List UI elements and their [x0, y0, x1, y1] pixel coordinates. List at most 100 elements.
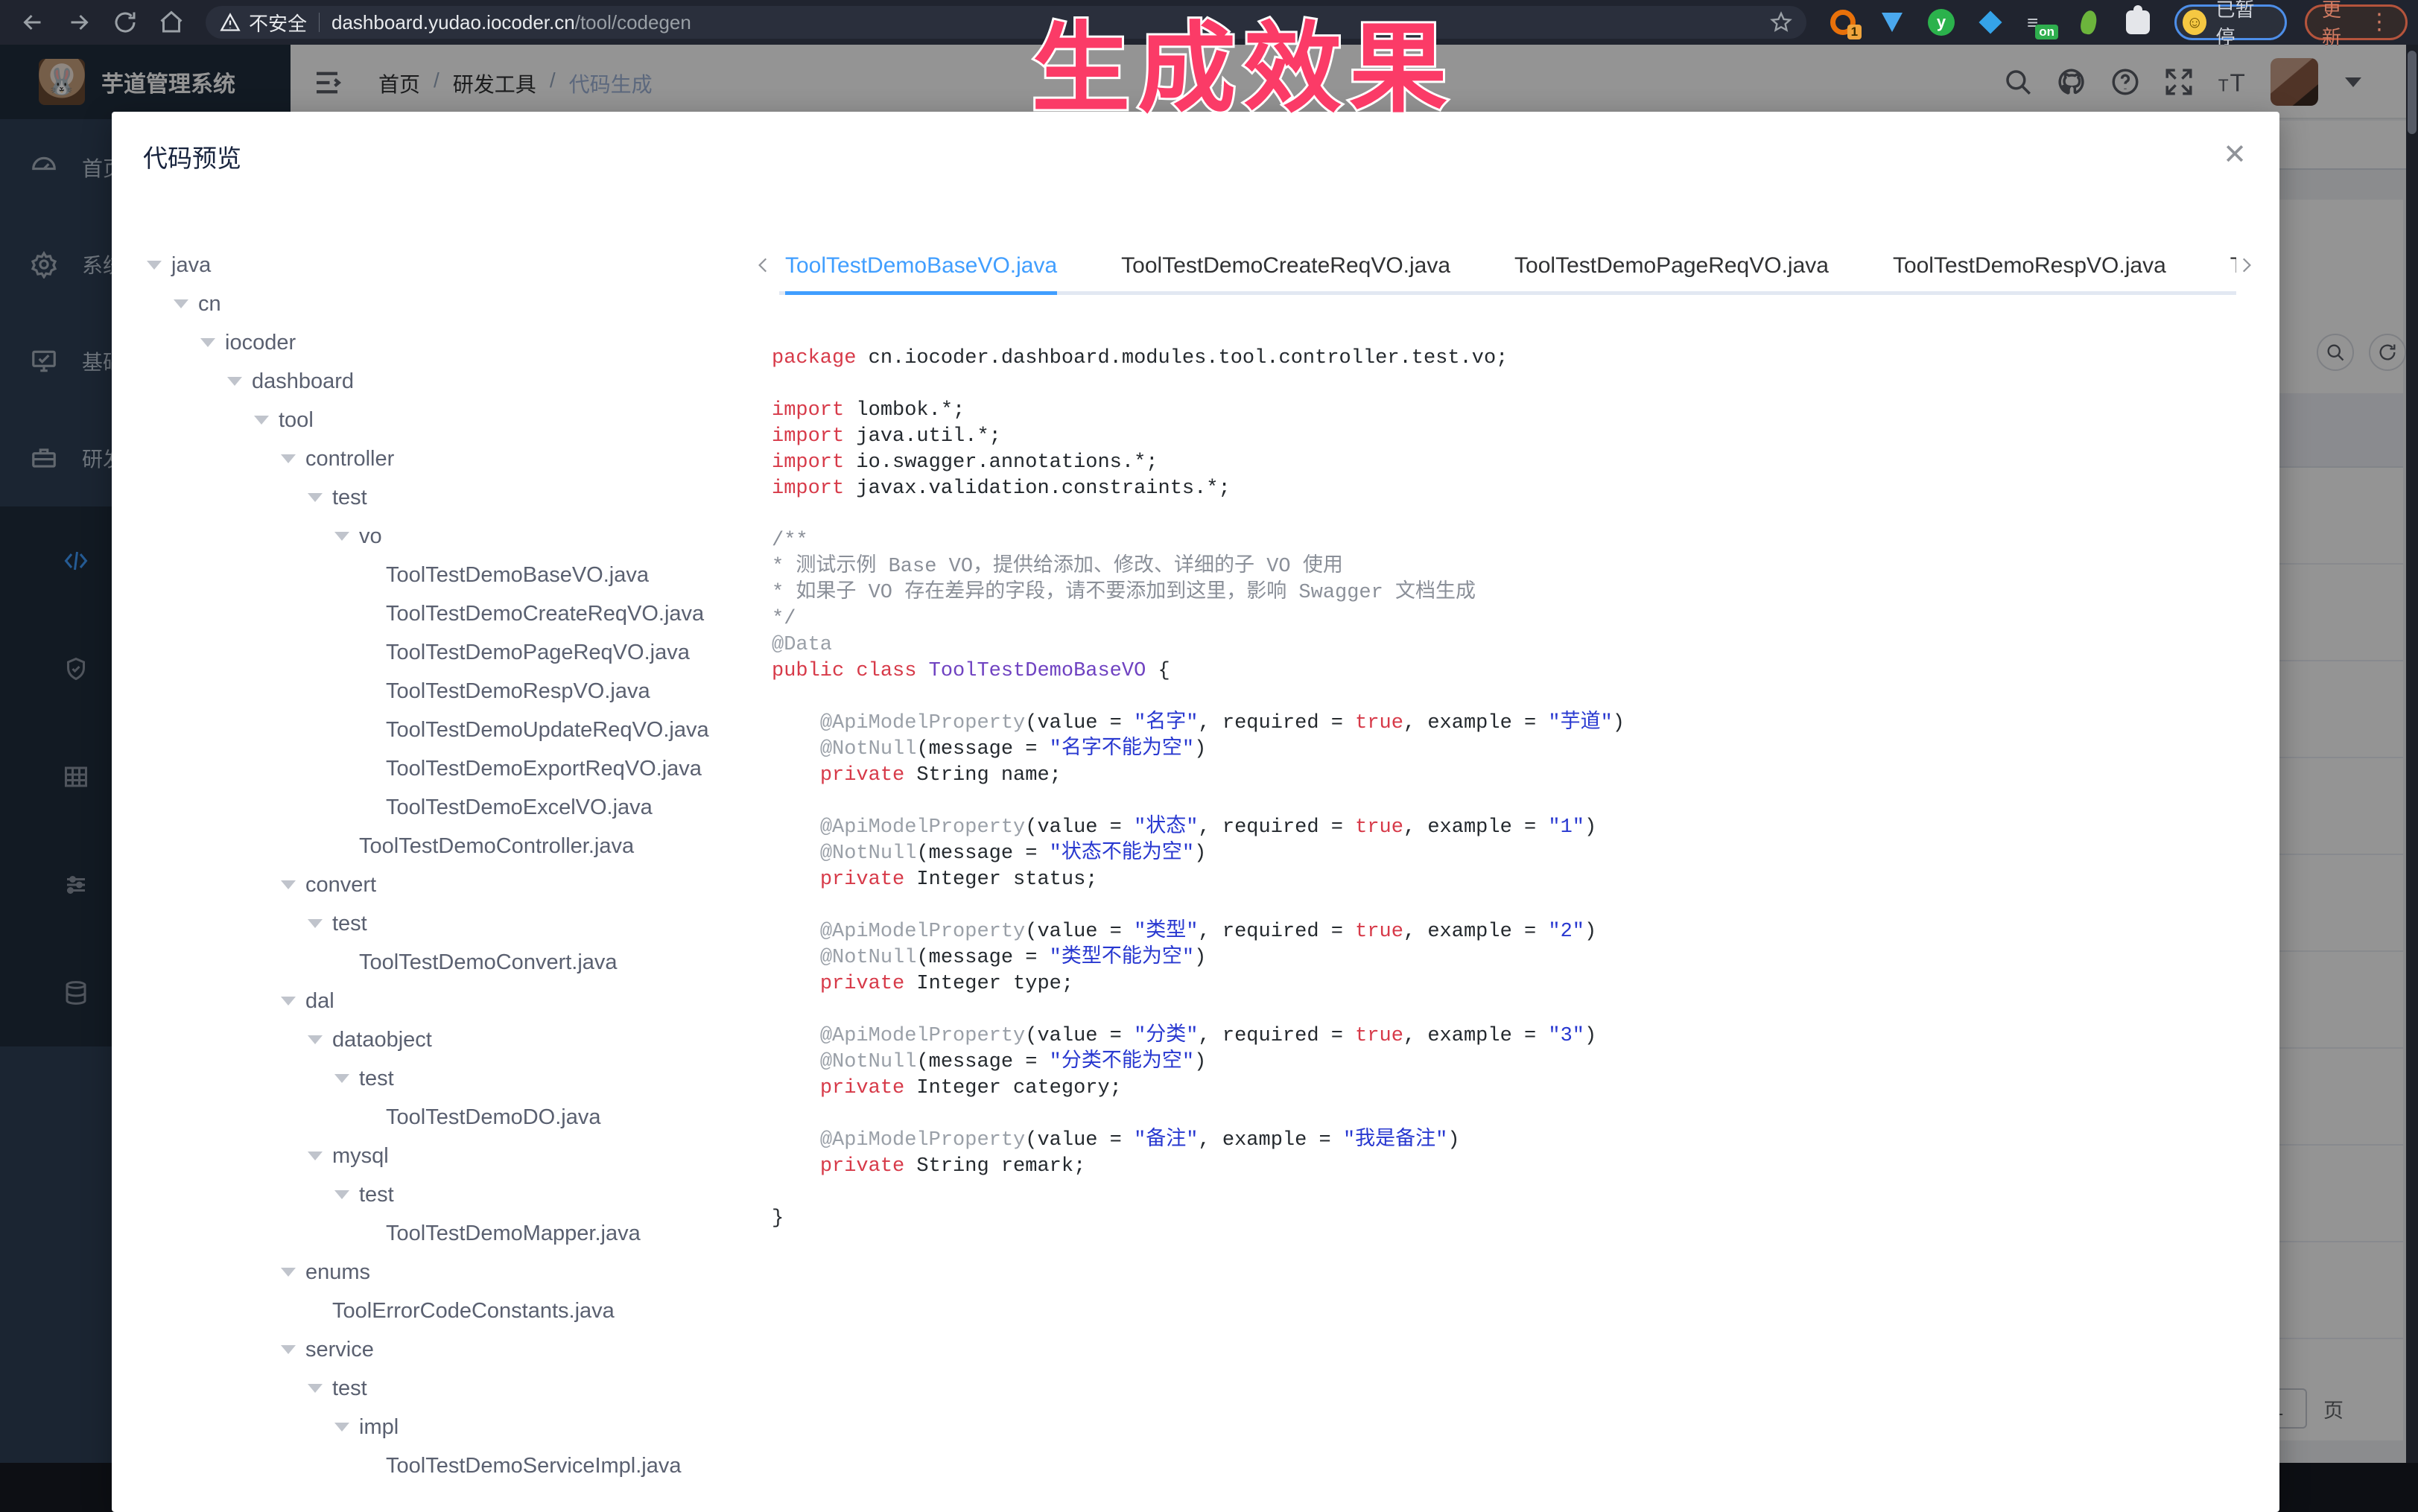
- bookmark-star-icon[interactable]: [1769, 10, 1793, 34]
- tree-node-label: ToolErrorCodeConstants.java: [332, 1299, 615, 1324]
- tree-node-label: tool: [279, 408, 314, 433]
- tree-folder-row[interactable]: test: [130, 1059, 748, 1098]
- tree-caret-icon[interactable]: [332, 1417, 352, 1437]
- tree-file-row[interactable]: ToolTestDemoBaseVO.java: [130, 556, 748, 594]
- tree-caret-icon[interactable]: [279, 1262, 298, 1282]
- browser-update-button[interactable]: 更新 ⋮: [2305, 4, 2408, 40]
- tree-file-row[interactable]: ToolTestDemoUpdateReqVO.java: [130, 711, 748, 749]
- tabs-scroll-right-icon[interactable]: [2236, 243, 2262, 288]
- tree-node-label: mysql: [332, 1144, 389, 1169]
- tree-caret-icon[interactable]: [305, 1146, 325, 1166]
- tree-caret-placeholder: [332, 836, 352, 856]
- tabs-scroll-left-icon[interactable]: [754, 243, 779, 288]
- tab-3[interactable]: ToolTestDemoRespVO.java: [1893, 243, 2166, 295]
- extension-gem-icon[interactable]: [1878, 8, 1906, 36]
- tree-caret-icon[interactable]: [332, 1185, 352, 1204]
- back-icon[interactable]: [19, 9, 46, 36]
- tree-caret-icon[interactable]: [279, 449, 298, 468]
- code-line: * 测试示例 Base VO，提供给添加、修改、详细的子 VO 使用: [772, 554, 2257, 580]
- tree-folder-row[interactable]: iocoder: [130, 323, 748, 362]
- tree-folder-row[interactable]: service: [130, 1330, 748, 1369]
- code-line: import lombok.*;: [772, 398, 2257, 424]
- tree-folder-row[interactable]: controller: [130, 439, 748, 478]
- tree-file-row[interactable]: ToolTestDemoConvert.java: [130, 943, 748, 982]
- tree-caret-icon[interactable]: [198, 333, 218, 352]
- tree-node-label: ToolTestDemoCreateReqVO.java: [386, 602, 704, 626]
- url-host: dashboard.yudao.iocoder.cn: [331, 11, 575, 34]
- tree-caret-icon[interactable]: [279, 991, 298, 1011]
- tree-caret-icon[interactable]: [252, 410, 271, 430]
- tree-caret-icon[interactable]: [279, 1340, 298, 1359]
- profile-avatar-emoji: ☺: [2183, 10, 2206, 35]
- tree-caret-icon[interactable]: [305, 488, 325, 507]
- tree-caret-icon[interactable]: [145, 255, 164, 275]
- tab-2[interactable]: ToolTestDemoPageReqVO.java: [1514, 243, 1829, 295]
- tree-caret-icon[interactable]: [305, 1030, 325, 1049]
- tree-folder-row[interactable]: test: [130, 1175, 748, 1214]
- tree-folder-row[interactable]: mysql: [130, 1137, 748, 1175]
- reload-icon[interactable]: [112, 9, 139, 36]
- tree-file-row[interactable]: ToolErrorCodeConstants.java: [130, 1292, 748, 1330]
- tab-4[interactable]: ToolTe: [2230, 243, 2236, 295]
- extension-diamond-icon[interactable]: [1976, 8, 2005, 36]
- extension-green-circle-icon[interactable]: y: [1927, 8, 1955, 36]
- tab-0[interactable]: ToolTestDemoBaseVO.java: [785, 243, 1057, 295]
- code-line: @Data: [772, 632, 2257, 658]
- browser-toolbar: 不安全 dashboard.yudao.iocoder.cn/tool/code…: [0, 0, 2418, 45]
- tree-caret-icon[interactable]: [225, 372, 244, 391]
- tree-folder-row[interactable]: dataobject: [130, 1020, 748, 1059]
- code-line: [772, 997, 2257, 1023]
- tree-file-row[interactable]: ToolTestDemoCreateReqVO.java: [130, 594, 748, 633]
- extension-list-icon[interactable]: ≡on: [2025, 8, 2054, 36]
- tree-caret-placeholder: [359, 798, 378, 817]
- tree-caret-icon[interactable]: [332, 527, 352, 546]
- tree-folder-row[interactable]: cn: [130, 285, 748, 323]
- code-line: package cn.iocoder.dashboard.modules.too…: [772, 346, 2257, 372]
- profile-paused-button[interactable]: ☺ 已暂停: [2174, 4, 2287, 40]
- url-path: /tool/codegen: [575, 11, 691, 34]
- tree-file-row[interactable]: ToolTestDemoExcelVO.java: [130, 788, 748, 827]
- tree-node-label: ToolTestDemoExcelVO.java: [386, 795, 653, 820]
- extension-orange-icon[interactable]: 1: [1829, 8, 1857, 36]
- tree-caret-icon[interactable]: [332, 1069, 352, 1088]
- tree-folder-row[interactable]: vo: [130, 517, 748, 556]
- tree-folder-row[interactable]: test: [130, 1369, 748, 1408]
- tab-1[interactable]: ToolTestDemoCreateReqVO.java: [1121, 243, 1450, 295]
- tree-folder-row[interactable]: enums: [130, 1253, 748, 1292]
- tree-folder-row[interactable]: java: [130, 246, 748, 285]
- browser-scrollbar[interactable]: [2406, 45, 2418, 1463]
- tree-file-row[interactable]: ToolTestDemoExportReqVO.java: [130, 749, 748, 788]
- address-bar[interactable]: 不安全 dashboard.yudao.iocoder.cn/tool/code…: [206, 6, 1806, 39]
- scrollbar-thumb[interactable]: [2408, 51, 2417, 134]
- tree-file-row[interactable]: ToolTestDemoServiceImpl.java: [130, 1446, 748, 1485]
- tree-caret-icon[interactable]: [305, 1379, 325, 1398]
- tree-folder-row[interactable]: dal: [130, 982, 748, 1020]
- tree-folder-row[interactable]: dashboard: [130, 362, 748, 401]
- tree-folder-row[interactable]: tool: [130, 401, 748, 439]
- extensions-puzzle-icon[interactable]: [2124, 8, 2152, 36]
- tree-file-row[interactable]: ToolTestDemoController.java: [130, 827, 748, 865]
- tree-file-row[interactable]: ToolTestDemoDO.java: [130, 1098, 748, 1137]
- tree-node-label: test: [359, 1067, 394, 1091]
- tree-file-row[interactable]: ToolTestDemoRespVO.java: [130, 672, 748, 711]
- tree-caret-icon[interactable]: [279, 875, 298, 895]
- code-line: */: [772, 606, 2257, 632]
- home-icon[interactable]: [158, 9, 185, 36]
- tree-caret-icon[interactable]: [305, 914, 325, 933]
- tree-folder-row[interactable]: test: [130, 478, 748, 517]
- tree-folder-row[interactable]: convert: [130, 865, 748, 904]
- tree-caret-icon[interactable]: [171, 294, 191, 314]
- tree-folder-row[interactable]: impl: [130, 1408, 748, 1446]
- tree-caret-placeholder: [359, 759, 378, 778]
- tree-node-label: cn: [198, 292, 221, 317]
- close-icon[interactable]: ✕: [2220, 140, 2250, 170]
- code-line: import io.swagger.annotations.*;: [772, 450, 2257, 476]
- extension-plant-icon[interactable]: [2075, 8, 2103, 36]
- tree-file-row[interactable]: ToolTestDemoPageReqVO.java: [130, 633, 748, 672]
- browser-menu-icon[interactable]: ⋮: [2368, 15, 2390, 30]
- tree-caret-placeholder: [359, 1108, 378, 1127]
- tree-file-row[interactable]: ToolTestDemoMapper.java: [130, 1214, 748, 1253]
- tree-folder-row[interactable]: test: [130, 904, 748, 943]
- forward-icon[interactable]: [66, 9, 92, 36]
- tree-caret-placeholder: [359, 682, 378, 701]
